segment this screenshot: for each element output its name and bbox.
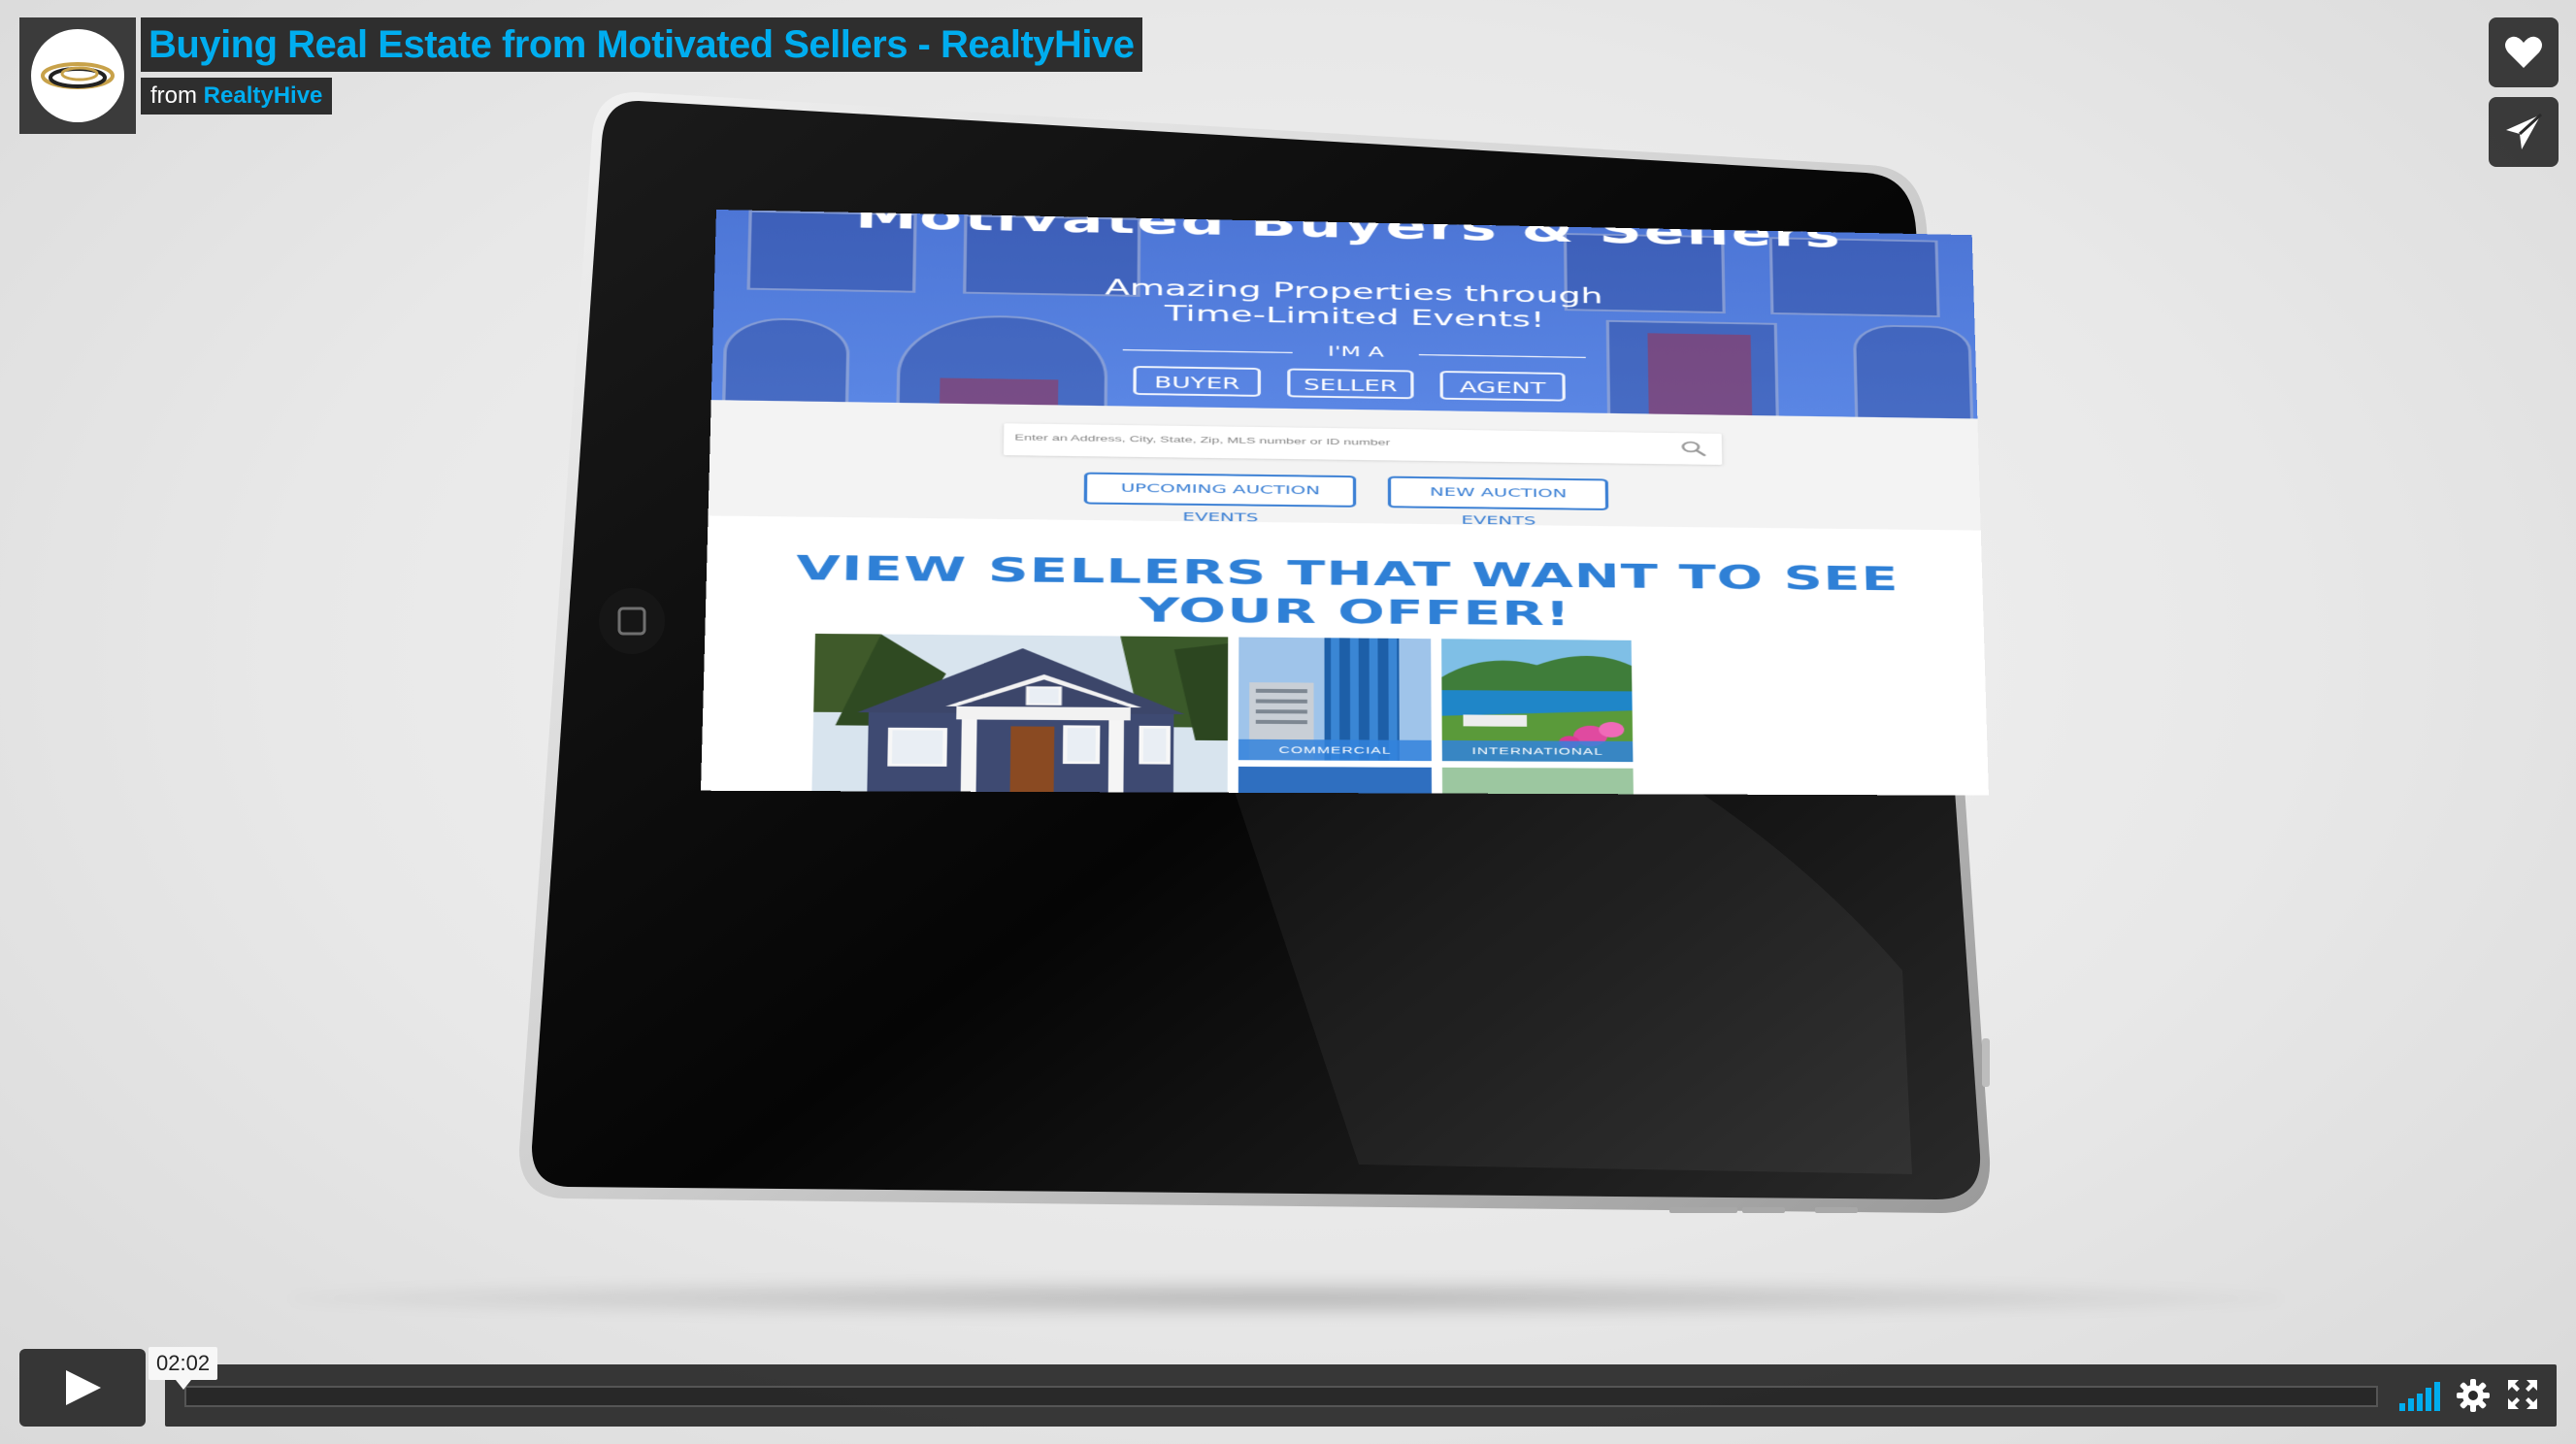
seller-button: SELLER	[1287, 368, 1414, 400]
home-button	[599, 588, 665, 654]
share-button[interactable]	[2489, 97, 2559, 167]
international-label: INTERNATIONAL	[1441, 739, 1634, 763]
search-band	[708, 400, 1981, 531]
video-title-link[interactable]: Buying Real Estate from Motivated Seller…	[141, 17, 1142, 72]
video-player[interactable]: Motivated Buyers & Sellers Amazing Prope…	[0, 0, 2576, 1444]
search-placeholder: Enter an Address, City, State, Zip, MLS …	[1014, 432, 1391, 447]
hero-banner: Motivated Buyers & Sellers Amazing Prope…	[710, 210, 1978, 419]
control-bar	[165, 1364, 2557, 1427]
upcoming-auction-events-button: UPCOMING AUCTION EVENTS	[1083, 472, 1357, 525]
like-button[interactable]	[2489, 17, 2559, 87]
owner-avatar[interactable]	[19, 17, 136, 134]
heart-icon	[2505, 36, 2542, 68]
play-icon	[66, 1370, 101, 1405]
commercial-label: COMMERCIAL	[1238, 738, 1432, 762]
volume-bars-icon[interactable]	[2399, 1380, 2444, 1411]
progress-bar[interactable]	[184, 1386, 2378, 1407]
commercial-tile: COMMERCIAL	[1238, 637, 1432, 762]
more-tile	[1441, 767, 1634, 795]
section-title: VIEW SELLERS THAT WANT TO SEE YOUR OFFER…	[795, 548, 1899, 634]
paper-plane-icon	[2506, 113, 2543, 149]
international-tile: INTERNATIONAL	[1441, 639, 1634, 763]
agent-button: AGENT	[1439, 371, 1566, 402]
buyer-button: BUYER	[1133, 365, 1261, 397]
gear-icon[interactable]	[2456, 1378, 2491, 1413]
tablet-screen: Motivated Buyers & Sellers Amazing Prope…	[700, 210, 1989, 796]
more-tile	[1238, 766, 1433, 794]
house-photo	[811, 633, 1229, 793]
byline: from RealtyHive	[141, 78, 333, 115]
owner-link[interactable]: RealtyHive	[204, 82, 323, 109]
byline-from: from	[150, 82, 197, 109]
realtyhive-logo	[31, 29, 124, 122]
new-auction-events-button: NEW AUCTION EVENTS	[1387, 476, 1609, 528]
search-icon	[1680, 441, 1707, 457]
play-button[interactable]	[19, 1349, 146, 1427]
fullscreen-icon[interactable]	[2508, 1380, 2537, 1409]
time-indicator: 02:02	[149, 1347, 218, 1390]
realtyhive-logo-icon	[41, 62, 115, 89]
